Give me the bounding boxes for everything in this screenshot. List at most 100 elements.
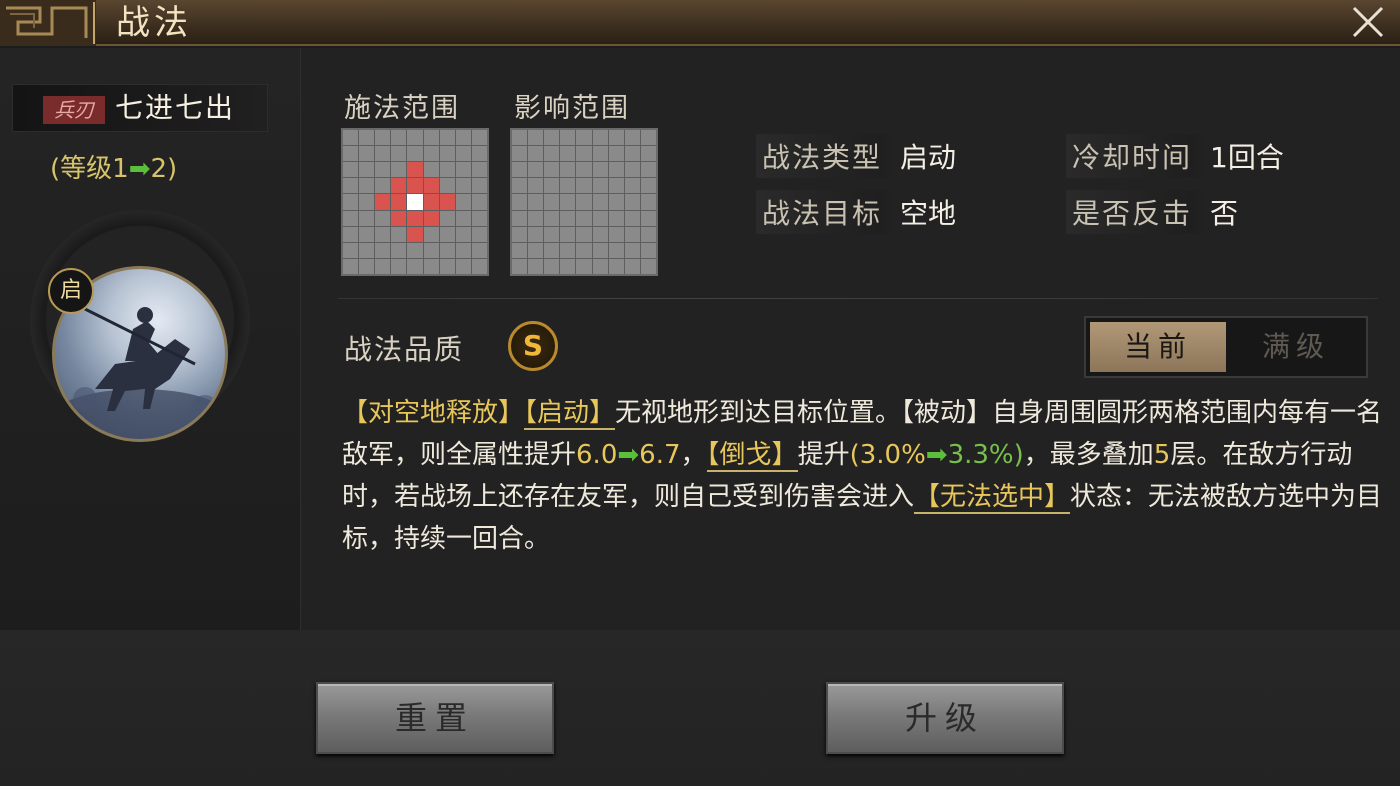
grid-cell <box>544 258 560 274</box>
action-bar <box>0 630 1400 786</box>
grid-cell <box>512 242 528 258</box>
grid-cell <box>640 258 656 274</box>
close-icon[interactable] <box>1348 2 1388 42</box>
grid-cell <box>343 226 359 242</box>
grid-cell <box>544 178 560 194</box>
grid-cell <box>512 130 528 146</box>
grid-center-cell <box>407 194 423 210</box>
grid-cell <box>471 130 487 146</box>
grid-cell <box>576 194 592 210</box>
grid-cell <box>375 130 391 146</box>
tab-max-level[interactable]: 满级 <box>1228 322 1364 372</box>
grid-cell <box>544 162 560 178</box>
desc-text: 提升 <box>797 440 850 470</box>
skill-type-badge: 启 <box>48 268 94 314</box>
grid-cell <box>343 162 359 178</box>
grid-cell <box>608 162 624 178</box>
grid-cell <box>528 242 544 258</box>
grid-cell <box>640 226 656 242</box>
desc-tag-daoge[interactable]: 【倒戈】 <box>706 440 798 472</box>
grid-cell <box>375 162 391 178</box>
grid-cell <box>439 162 455 178</box>
grid-cell <box>640 146 656 162</box>
cast-range-grid <box>341 128 489 276</box>
grid-cell <box>359 258 375 274</box>
desc-tag-untargetable[interactable]: 【无法选中】 <box>914 482 1071 514</box>
grid-cell <box>576 242 592 258</box>
grid-cell <box>560 210 576 226</box>
grid-cell <box>471 258 487 274</box>
grid-cell <box>592 258 608 274</box>
grid-cell <box>471 194 487 210</box>
skill-name: 七进七出 <box>115 91 236 124</box>
tab-current[interactable]: 当前 <box>1090 322 1226 372</box>
grid-cell <box>343 242 359 258</box>
grid-cell <box>576 162 592 178</box>
grid-hit-cell <box>407 162 423 178</box>
desc-value-from: 6.0 <box>576 440 618 470</box>
grid-cell <box>423 242 439 258</box>
grid-cell <box>624 162 640 178</box>
title-bar: 战法 <box>0 0 1400 46</box>
grid-cell <box>512 226 528 242</box>
grid-cell <box>359 194 375 210</box>
grid-cell <box>640 178 656 194</box>
grid-cell <box>624 130 640 146</box>
grid-cell <box>576 178 592 194</box>
grid-hit-cell <box>439 194 455 210</box>
grid-cell <box>592 146 608 162</box>
grid-cell <box>512 162 528 178</box>
desc-text: ，最多叠加 <box>1023 440 1154 470</box>
grid-cell <box>608 178 624 194</box>
quality-label: 战法品质 <box>344 333 465 366</box>
grid-cell <box>560 242 576 258</box>
grid-cell <box>455 258 471 274</box>
effect-range-grid <box>510 128 658 276</box>
grid-cell <box>592 178 608 194</box>
grid-cell <box>544 146 560 162</box>
grid-cell <box>512 146 528 162</box>
cast-range-label: 施法范围 <box>344 93 460 124</box>
skill-description: 【对空地释放】【启动】无视地形到达目标位置。【被动】自身周围圆形两格范围内每有一… <box>342 392 1388 560</box>
grid-cell <box>439 210 455 226</box>
grid-cell <box>624 210 640 226</box>
grid-cell <box>528 210 544 226</box>
grid-cell <box>471 226 487 242</box>
grid-hit-cell <box>391 178 407 194</box>
grid-cell <box>512 210 528 226</box>
desc-text: ， <box>680 440 707 470</box>
grid-cell <box>471 146 487 162</box>
grid-cell <box>423 130 439 146</box>
reset-button[interactable]: 重置 <box>316 682 554 754</box>
grid-cell <box>439 242 455 258</box>
grid-cell <box>391 258 407 274</box>
grid-cell <box>455 194 471 210</box>
desc-value-to: 6.7 <box>639 440 681 470</box>
grid-cell <box>528 130 544 146</box>
grid-cell <box>343 194 359 210</box>
grid-cell <box>528 258 544 274</box>
upgrade-button[interactable]: 升级 <box>826 682 1064 754</box>
grid-cell <box>624 258 640 274</box>
grid-cell <box>544 210 560 226</box>
grid-cell <box>375 210 391 226</box>
grid-cell <box>544 242 560 258</box>
grid-cell <box>407 258 423 274</box>
grid-cell <box>359 130 375 146</box>
title-ornament-icon <box>0 0 96 46</box>
grid-cell <box>375 146 391 162</box>
grid-hit-cell <box>375 194 391 210</box>
grid-cell <box>608 242 624 258</box>
grid-cell <box>423 146 439 162</box>
grid-hit-cell <box>423 194 439 210</box>
grid-cell <box>375 178 391 194</box>
grid-cell <box>359 146 375 162</box>
attr-counterattack: 是否反击否 <box>1066 190 1238 234</box>
grid-cell <box>560 226 576 242</box>
grid-cell <box>359 178 375 194</box>
grid-cell <box>343 258 359 274</box>
level-arrow-icon: ➡ <box>128 154 151 184</box>
grid-cell <box>576 258 592 274</box>
grid-cell <box>423 258 439 274</box>
attr-key: 战法类型 <box>756 134 895 178</box>
